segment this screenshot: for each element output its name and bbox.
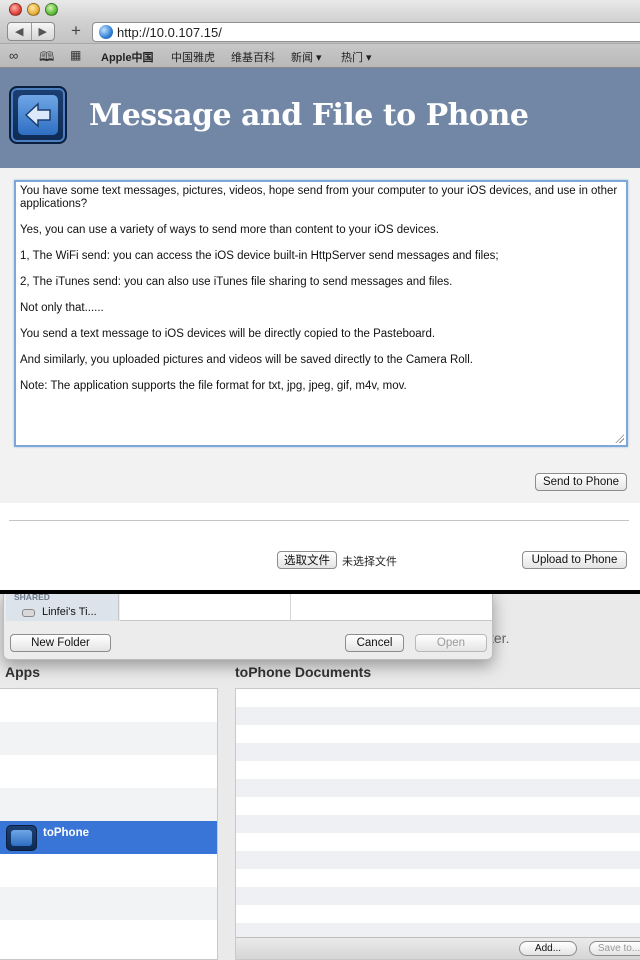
title-bar [0,0,640,20]
open-button[interactable]: Open [415,634,487,652]
table-row[interactable] [236,887,640,905]
table-row[interactable] [236,725,640,743]
zoom-window-button[interactable] [45,3,58,16]
message-line: You have some text messages, pictures, v… [20,185,618,210]
table-row[interactable] [236,707,640,725]
forward-button[interactable]: ▶ [32,23,55,40]
table-row[interactable] [236,761,640,779]
new-folder-button[interactable]: New Folder [10,634,111,652]
app-item-tophone[interactable]: toPhone [0,821,217,854]
resize-grip-icon[interactable] [615,434,624,443]
message-line: 2, The iTunes send: you can also use iTu… [20,276,453,288]
message-line: Yes, you can use a variety of ways to se… [20,224,439,236]
message-line: 1, The WiFi send: you can access the iOS… [20,250,499,262]
apps-list: toPhone [0,688,218,960]
upload-section: 选取文件 未选择文件 Upload to Phone [0,503,640,590]
list-item[interactable] [0,689,217,722]
table-row[interactable] [236,779,640,797]
minimize-window-button[interactable] [27,3,40,16]
page-title: Message and File to Phone [89,98,529,133]
apps-heading: Apps [5,664,40,680]
bookmark-news-menu[interactable]: 新闻 ▾ [291,49,322,65]
sidebar-item-shared-computer[interactable]: Linfei's Ti... [42,606,97,618]
message-line: You send a text message to iOS devices w… [20,328,436,340]
save-to-button[interactable]: Save to... [589,941,640,956]
table-row[interactable] [236,905,640,923]
address-bar[interactable]: http://10.0.107.15/ [92,22,640,42]
send-to-phone-button[interactable]: Send to Phone [535,473,627,491]
list-item[interactable] [0,854,217,887]
page-header: Message and File to Phone [0,68,640,168]
message-line: Not only that...... [20,302,104,314]
app-item-label: toPhone [43,827,89,839]
network-disk-icon [22,609,35,617]
cancel-button[interactable]: Cancel [345,634,404,652]
globe-icon [99,25,113,39]
new-tab-button[interactable]: + [66,22,86,41]
reading-list-icon[interactable]: ∞ [9,48,18,63]
table-row[interactable] [236,743,640,761]
message-line: And similarly, you uploaded pictures and… [20,354,473,366]
list-item[interactable] [0,887,217,920]
table-row[interactable] [236,815,640,833]
url-text: http://10.0.107.15/ [117,24,222,40]
shared-section-header: SHARED [14,594,50,602]
divider [9,520,629,522]
back-button[interactable]: ◀ [8,23,32,40]
documents-footer: Add... Save to... [236,937,640,959]
bookmark-apple[interactable]: Apple中国 [101,49,154,65]
tophone-app-icon [6,825,37,851]
message-textarea[interactable]: You have some text messages, pictures, v… [14,180,628,447]
list-item[interactable] [0,755,217,788]
column-divider [290,594,291,621]
bookmark-yahoo[interactable]: 中国雅虎 [171,49,215,65]
add-file-button[interactable]: Add... [519,941,577,956]
dialog-file-browser[interactable] [120,594,492,621]
top-sites-grid-icon[interactable]: ▦ [70,48,81,62]
bookmarks-book-icon[interactable]: 🕮 [39,48,54,70]
close-window-button[interactable] [9,3,22,16]
documents-list: Add... Save to... [235,688,640,960]
upload-to-phone-button[interactable]: Upload to Phone [522,551,627,569]
browser-window: ◀ ▶ + http://10.0.107.15/ ∞ 🕮 ▦ Apple中国 … [0,0,640,590]
open-file-dialog: SHARED Linfei's Ti... New Folder Cancel … [3,594,493,660]
table-row[interactable] [236,833,640,851]
list-item[interactable] [0,788,217,821]
itunes-window: ter. Apps toPhone Documents toPhone Add.… [0,594,640,960]
back-forward-buttons: ◀ ▶ [7,22,55,41]
browser-toolbar: ◀ ▶ + http://10.0.107.15/ [0,20,640,44]
app-back-arrow-icon [9,86,67,144]
table-row[interactable] [236,689,640,707]
bookmark-popular-menu[interactable]: 热门 ▾ [341,49,372,65]
bookmarks-bar: ∞ 🕮 ▦ Apple中国 中国雅虎 维基百科 新闻 ▾ 热门 ▾ [0,44,640,68]
documents-heading: toPhone Documents [235,664,372,680]
message-line: Note: The application supports the file … [20,380,407,392]
list-item[interactable] [0,722,217,755]
bookmark-wikipedia[interactable]: 维基百科 [231,49,275,65]
dialog-sidebar: SHARED Linfei's Ti... [6,594,119,621]
table-row[interactable] [236,851,640,869]
table-row[interactable] [236,797,640,815]
no-file-chosen-label: 未选择文件 [342,556,397,568]
table-row[interactable] [236,869,640,887]
choose-file-button[interactable]: 选取文件 [277,551,337,569]
message-section: You have some text messages, pictures, v… [0,168,640,503]
